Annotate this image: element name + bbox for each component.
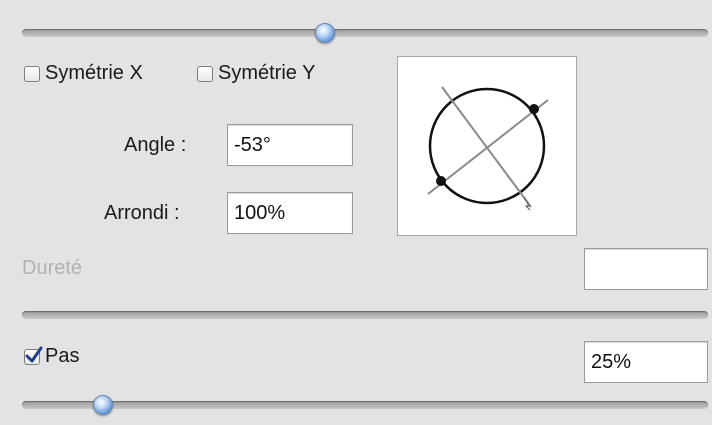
spacing-field[interactable]: 25%	[584, 341, 708, 383]
angle-label: Angle :	[124, 134, 187, 156]
hardness-label: Dureté	[22, 257, 83, 279]
angle-field[interactable]: -53°	[227, 124, 353, 166]
hardness-slider-track[interactable]	[22, 311, 708, 319]
symmetry-y-checkbox[interactable]	[197, 66, 213, 82]
roundness-label: Arrondi :	[104, 202, 180, 224]
spacing-label: Pas	[45, 345, 80, 367]
spacing-slider-track[interactable]	[22, 401, 708, 409]
size-slider-knob[interactable]	[315, 23, 335, 43]
hardness-field[interactable]	[584, 248, 708, 290]
symmetry-x-checkbox[interactable]	[24, 66, 40, 82]
brush-tip-ellipse-icon	[427, 86, 549, 211]
size-slider-track[interactable]	[22, 29, 708, 37]
spacing-checkbox[interactable]	[24, 346, 43, 365]
check-mark-icon	[25, 346, 43, 363]
roundness-field[interactable]: 100%	[227, 192, 353, 234]
symmetry-x-label: Symétrie X	[45, 62, 143, 84]
spacing-slider-knob[interactable]	[93, 395, 113, 415]
brush-tip-preview[interactable]	[397, 56, 577, 236]
symmetry-y-label: Symétrie Y	[218, 62, 316, 84]
